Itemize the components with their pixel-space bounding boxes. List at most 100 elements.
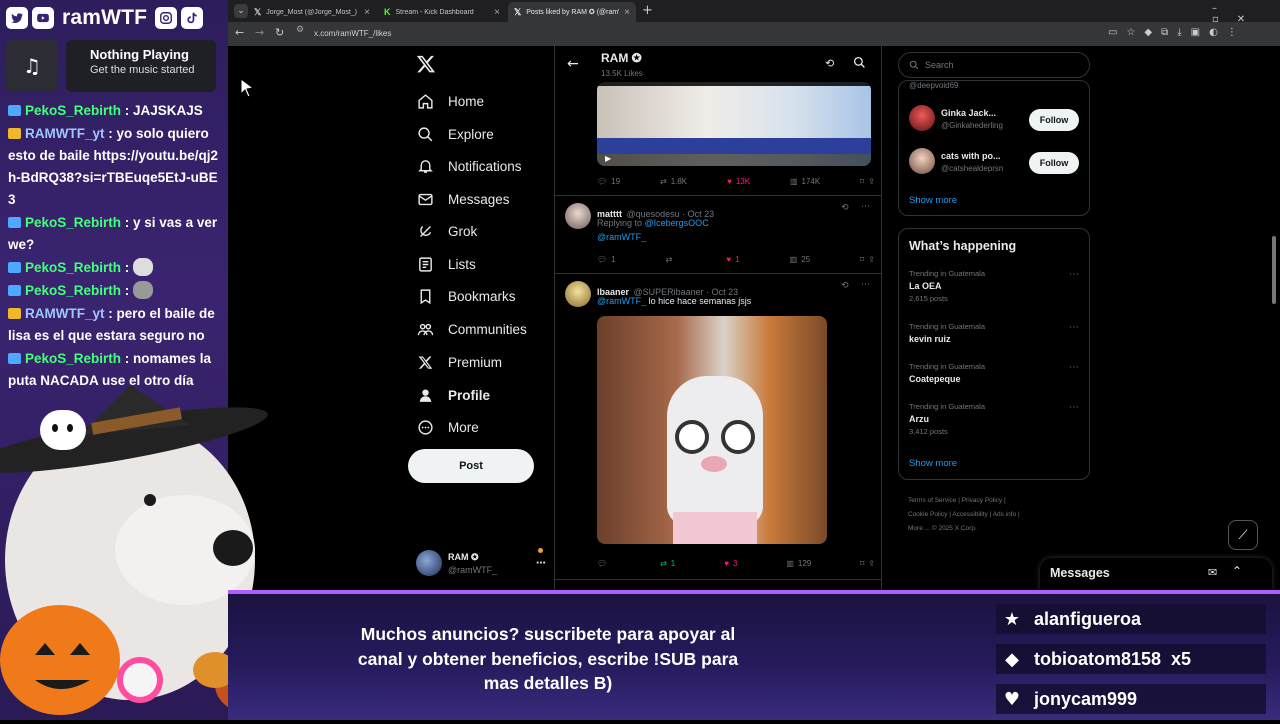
follow-button[interactable]: Follow xyxy=(1029,109,1079,131)
tweet[interactable]: matttt @quesodesu · Oct 23 ⟲ ⋯ Replying … xyxy=(555,196,881,274)
repost-button[interactable]: ⇄ xyxy=(666,252,677,266)
more-dots-icon[interactable]: ⋯ xyxy=(1069,402,1079,413)
show-more-link[interactable]: Show more xyxy=(909,195,957,206)
trend-item[interactable]: Trending in Guatemala Coatepeque ⋯ xyxy=(909,362,1079,384)
chat-message: RAMWTF_yt : yo solo quiero esto de baile… xyxy=(8,126,219,207)
nav-notifications[interactable]: Notifications xyxy=(416,152,522,180)
grok-icon[interactable]: ⟲ xyxy=(825,57,834,70)
forward-icon[interactable]: → xyxy=(255,26,264,39)
grok-icon[interactable]: ⟲ xyxy=(841,203,849,213)
expand-icon[interactable]: ⌃ xyxy=(1232,564,1242,578)
reply-icon: 💬︎ xyxy=(597,254,608,264)
tab-liked-posts[interactable]: 𝕏 Posts liked by RAM ✪ (@ramW × xyxy=(508,2,636,22)
site-info-icon[interactable]: ⚙ xyxy=(296,25,304,35)
trend-item[interactable]: Trending in Guatemala La OEA 2,615 posts… xyxy=(909,269,1079,303)
likes-count: 13.5K Likes xyxy=(601,69,643,78)
x-icon xyxy=(416,353,434,371)
nav-home[interactable]: Home xyxy=(416,87,484,115)
follow-name[interactable]: Ginka Jack... xyxy=(941,108,996,118)
messages-dock[interactable]: Messages ✉ ⌃ xyxy=(1040,558,1272,590)
follow-handle: @catshealdeprsn xyxy=(941,164,1004,173)
tweet-video[interactable]: ▶ xyxy=(597,82,871,166)
close-icon[interactable]: × xyxy=(364,7,370,18)
avatar[interactable] xyxy=(565,203,591,229)
follow-name[interactable]: cats with po... xyxy=(941,151,1001,161)
more-icon xyxy=(416,418,434,436)
close-icon[interactable]: × xyxy=(624,7,630,18)
x-logo-icon[interactable] xyxy=(416,54,440,78)
notification-dot xyxy=(538,548,543,553)
repost-button[interactable]: ⇄ 1.8K xyxy=(660,174,687,188)
heart-icon: ♥ xyxy=(726,254,732,264)
back-arrow-icon[interactable]: ← xyxy=(567,56,579,72)
more-dots-icon[interactable]: ⋯ xyxy=(1069,269,1079,280)
avatar[interactable] xyxy=(909,148,935,174)
follow-button[interactable]: Follow xyxy=(1029,152,1079,174)
search-icon[interactable] xyxy=(853,56,866,69)
like-button[interactable]: ♥ 1 xyxy=(726,252,739,266)
tab-jorge-most[interactable]: 𝕏 Jorge_Most (@Jorge_Most_) / X × xyxy=(248,2,376,22)
ghost-sticker xyxy=(40,410,86,450)
play-icon[interactable]: ▶ xyxy=(605,154,611,163)
avatar[interactable] xyxy=(565,281,591,307)
chat-feed: PekoS_Rebirth : JAJSKAJS RAMWTF_yt : yo … xyxy=(8,100,220,393)
more-dots-icon[interactable]: ⋯ xyxy=(861,202,870,212)
nav-lists[interactable]: Lists xyxy=(416,250,476,278)
bookmark-button[interactable]: ⌑ ⇪ xyxy=(860,174,875,188)
back-icon[interactable]: ← xyxy=(235,26,244,39)
nav-more[interactable]: More xyxy=(416,413,479,441)
show-more-link[interactable]: Show more xyxy=(909,458,957,469)
tab-kick-dashboard[interactable]: K Stream - Kick Dashboard × xyxy=(378,2,506,22)
tab-search-chevron-icon[interactable]: ⌄ xyxy=(234,4,248,18)
instagram-icon xyxy=(155,7,178,29)
heart-icon: ♥ xyxy=(724,558,729,568)
tweet[interactable]: lbaaner @SUPERibaaner · Oct 23 ⟲ ⋯ @ramW… xyxy=(555,274,881,580)
more-dots-icon[interactable]: ⋯ xyxy=(861,280,870,290)
avatar[interactable] xyxy=(909,105,935,131)
reply-button[interactable]: 💬︎ 19 xyxy=(597,174,620,188)
tweet-media[interactable] xyxy=(597,316,827,544)
reply-button[interactable]: 💬︎ 1 xyxy=(597,252,616,266)
views-button[interactable]: ▥ 129 xyxy=(786,556,811,570)
chat-badge-icon xyxy=(8,105,21,116)
grok-icon[interactable]: ⟲ xyxy=(841,281,849,291)
views-icon: ▥ xyxy=(789,176,798,186)
trend-item[interactable]: Trending in Guatemala Arzu 3,412 posts ⋯ xyxy=(909,402,1079,436)
nav-bookmarks[interactable]: Bookmarks xyxy=(416,282,516,310)
chat-badge-icon xyxy=(8,262,21,273)
nav-premium[interactable]: Premium xyxy=(416,348,502,376)
post-button[interactable]: Post xyxy=(408,449,534,483)
search-input[interactable]: Search xyxy=(898,52,1090,78)
reply-button[interactable]: 💬︎ xyxy=(597,556,611,570)
chat-message: PekoS_Rebirth : JAJSKAJS xyxy=(8,100,220,122)
like-button[interactable]: ♥ 13K xyxy=(727,174,750,188)
bookmark-button[interactable]: ⌑ ⇪ xyxy=(860,252,875,266)
repost-icon: ⇄ xyxy=(659,176,667,186)
tweet-text: @ramWTF_ lo hice hace semanas jsjs xyxy=(597,296,752,306)
new-tab-button[interactable]: + xyxy=(642,3,653,18)
more-dots-icon[interactable]: ⋯ xyxy=(1069,362,1079,373)
reload-icon[interactable]: ↻ xyxy=(275,26,284,39)
nav-grok[interactable]: Grok xyxy=(416,217,477,245)
grok-floating-button[interactable]: ⟋ xyxy=(1228,520,1258,550)
trend-item[interactable]: Trending in Guatemala kevin ruiz ⋯ xyxy=(909,322,1079,344)
more-dots-icon[interactable]: ⋯ xyxy=(536,558,546,569)
views-button[interactable]: ▥ 174K xyxy=(790,174,820,188)
nav-communities[interactable]: Communities xyxy=(416,315,527,343)
nav-profile[interactable]: Profile xyxy=(416,381,490,409)
nav-messages[interactable]: Messages xyxy=(416,185,510,213)
account-switcher[interactable]: RAM ✪ @ramWTF_ ⋯ xyxy=(416,546,546,580)
new-message-icon[interactable]: ✉ xyxy=(1208,566,1217,579)
extension-icons[interactable]: ▭☆◆⧉⤓▣◐⋮ xyxy=(1108,27,1246,38)
bookmark-button[interactable]: ⌑ ⇪ xyxy=(860,556,875,570)
bookmark-icon: ⌑ xyxy=(860,558,865,568)
close-icon[interactable]: × xyxy=(494,7,500,18)
tweet-mention[interactable]: @ramWTF_ xyxy=(597,232,646,242)
views-button[interactable]: ▥ 25 xyxy=(790,252,810,266)
more-dots-icon[interactable]: ⋯ xyxy=(1069,322,1079,333)
share-icon: ⇪ xyxy=(868,254,875,264)
repost-button[interactable]: ⇄ 1 xyxy=(660,556,675,570)
like-button[interactable]: ♥ 3 xyxy=(724,556,737,570)
scrollbar-thumb[interactable] xyxy=(1272,236,1276,304)
nav-explore[interactable]: Explore xyxy=(416,120,494,148)
